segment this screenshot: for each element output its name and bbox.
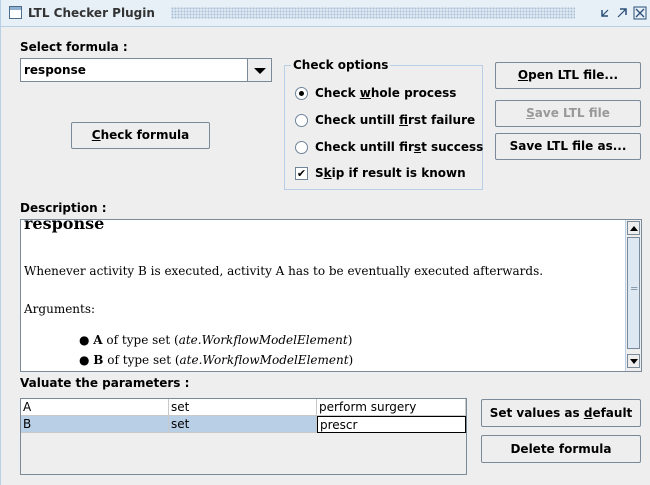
window-icon xyxy=(9,6,22,19)
description-scrollbar[interactable] xyxy=(625,220,641,371)
argument-name: A xyxy=(93,333,103,347)
check-formula-mnemonic: C xyxy=(91,128,101,142)
argument-name: B xyxy=(93,353,104,367)
opt-mnemonic: k xyxy=(323,166,332,180)
opt-mnemonic: w xyxy=(359,86,371,100)
table-row[interactable]: B set prescr xyxy=(21,416,466,433)
table-row[interactable]: A set perform surgery xyxy=(21,399,466,416)
save-ltl-file-as-button[interactable]: Save LTL file as... xyxy=(495,133,641,160)
open-ltl-file-button[interactable]: Open LTL file... xyxy=(495,62,641,89)
opt-mnemonic: s xyxy=(413,140,422,154)
checkmark-icon[interactable]: ✔ xyxy=(295,167,308,180)
description-heading: response xyxy=(24,220,105,233)
skip-if-known-label: Skip if result is known xyxy=(315,166,466,180)
set-default-post: efault xyxy=(592,406,633,420)
save-ltl-file-button[interactable]: Save LTL file xyxy=(495,100,641,127)
window-title: LTL Checker Plugin xyxy=(28,6,155,20)
scroll-up-icon[interactable] xyxy=(627,221,640,235)
set-default-pre: Set values as xyxy=(489,406,584,420)
param-name-cell[interactable]: A xyxy=(21,399,169,416)
opt-pre: Check untill xyxy=(315,113,400,127)
param-value-editor[interactable]: prescr xyxy=(317,416,466,433)
check-options-group: Check options Check whole process Check … xyxy=(284,58,483,190)
parameters-table: A set perform surgery B set prescr xyxy=(20,398,467,475)
minimize-icon[interactable] xyxy=(599,6,613,20)
chevron-down-icon[interactable] xyxy=(247,59,271,81)
opt-pre: S xyxy=(315,166,324,180)
radio-unselected-icon[interactable] xyxy=(295,114,308,127)
close-icon[interactable] xyxy=(633,6,647,20)
set-values-default-button[interactable]: Set values as default xyxy=(481,399,641,427)
delete-formula-button[interactable]: Delete formula xyxy=(481,435,641,463)
argument-type-text: of type set ( xyxy=(103,353,180,367)
set-default-label: Set values as default xyxy=(482,400,640,426)
radio-whole-process-label: Check whole process xyxy=(315,86,456,100)
param-type-cell[interactable]: set xyxy=(169,399,317,416)
select-formula-label: Select formula : xyxy=(20,40,128,54)
argument-item: ● B of type set (ate.WorkflowModelElemen… xyxy=(79,353,354,367)
save-as-label: Save LTL file as... xyxy=(509,139,627,153)
radio-selected-icon[interactable] xyxy=(295,87,308,100)
argument-close: ) xyxy=(348,353,354,367)
radio-unselected-icon[interactable] xyxy=(295,141,308,154)
title-grip xyxy=(171,7,575,19)
formula-select-value: response xyxy=(24,63,86,77)
opt-post: irst failure xyxy=(408,113,476,127)
argument-type-name: ate.WorkflowModelElement xyxy=(179,353,349,367)
opt-post: hole process xyxy=(370,86,457,100)
argument-type-name: ate.WorkflowModelElement xyxy=(178,333,348,347)
save-mnemonic: S xyxy=(526,106,535,120)
ltl-checker-window: LTL Checker Plugin Select formula : resp… xyxy=(0,0,650,485)
radio-first-failure-label: Check untill first failure xyxy=(315,113,475,127)
maximize-icon[interactable] xyxy=(615,6,629,20)
opt-pre: Check untill fir xyxy=(315,140,414,154)
opt-post: ip if result is known xyxy=(331,166,466,180)
open-rest: pen LTL file... xyxy=(528,68,619,82)
scroll-thumb[interactable] xyxy=(627,237,640,349)
opt-post: t success xyxy=(421,140,484,154)
param-name-cell[interactable]: B xyxy=(21,416,169,433)
title-bar[interactable]: LTL Checker Plugin xyxy=(1,0,650,27)
description-label: Description : xyxy=(20,201,107,215)
arguments-label: Arguments: xyxy=(24,302,96,316)
scroll-down-icon[interactable] xyxy=(627,354,640,368)
param-value-cell[interactable]: perform surgery xyxy=(317,399,466,416)
check-formula-button[interactable]: Check formula xyxy=(71,122,210,149)
valuate-parameters-label: Valuate the parameters : xyxy=(20,376,190,390)
argument-type-text: of type set ( xyxy=(102,333,179,347)
open-mnemonic: O xyxy=(517,68,529,82)
argument-item: ● A of type set (ate.WorkflowModelElemen… xyxy=(79,333,353,347)
radio-first-success-label: Check untill first success xyxy=(315,140,483,154)
check-formula-rest: heck formula xyxy=(100,128,190,142)
save-ltl-label: Save LTL file xyxy=(496,101,640,126)
delete-formula-label: Delete formula xyxy=(510,442,612,456)
open-ltl-label: Open LTL file... xyxy=(496,63,640,88)
formula-select[interactable]: response xyxy=(20,58,272,82)
argument-close: ) xyxy=(347,333,353,347)
check-options-legend: Check options xyxy=(291,58,391,72)
description-content: response Whenever activity B is executed… xyxy=(21,220,627,371)
opt-pre: Check xyxy=(315,86,360,100)
param-type-cell[interactable]: set xyxy=(169,416,317,433)
check-formula-label: Check formula xyxy=(72,123,209,148)
save-rest: ave LTL file xyxy=(534,106,610,120)
opt-mnemonic: f xyxy=(399,113,409,127)
description-panel[interactable]: response Whenever activity B is executed… xyxy=(20,219,642,372)
description-text: Whenever activity B is executed, activit… xyxy=(24,264,544,278)
